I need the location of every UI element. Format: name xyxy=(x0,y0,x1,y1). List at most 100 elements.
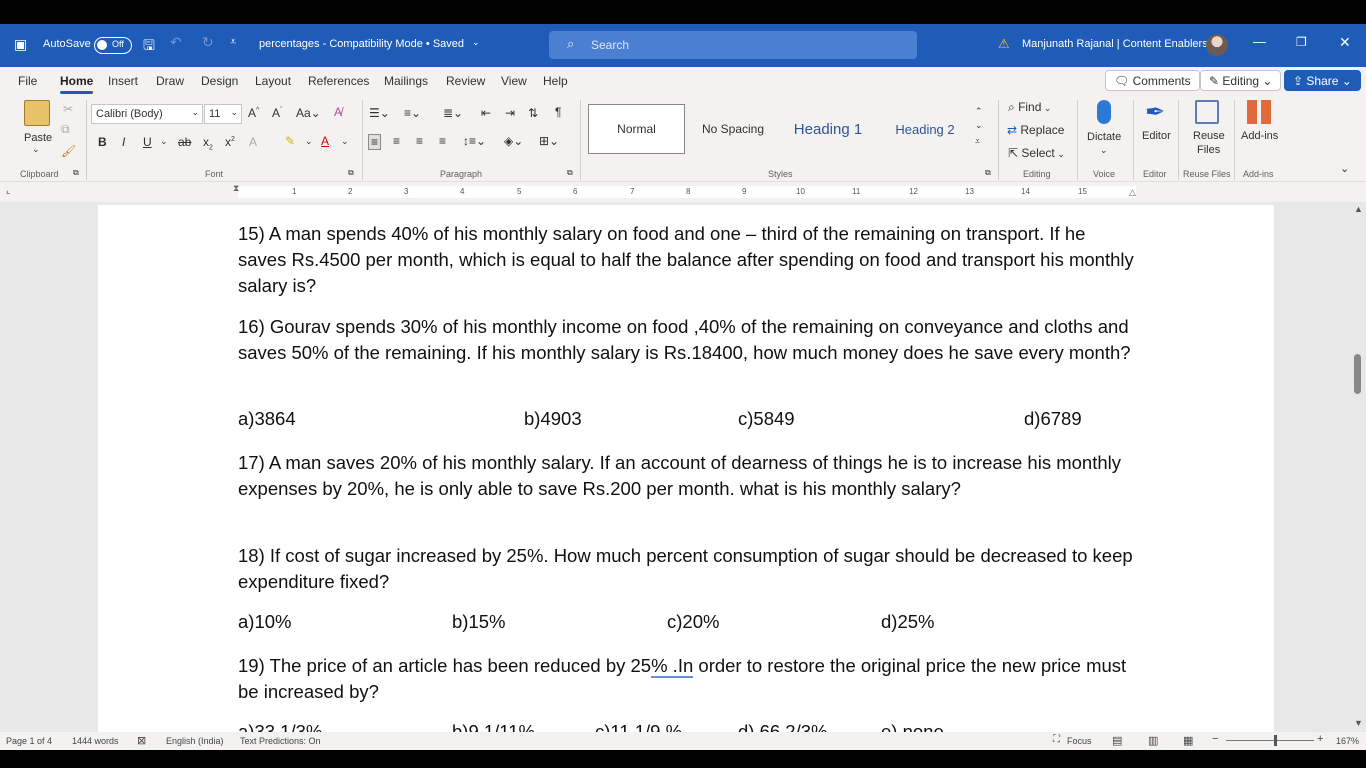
q16-option-c[interactable]: c)5849 xyxy=(738,408,795,430)
tab-draw[interactable]: Draw xyxy=(156,74,184,88)
justify-icon[interactable]: ≡ xyxy=(439,134,446,148)
avatar[interactable] xyxy=(1206,34,1228,56)
clipboard-launcher-icon[interactable]: ⧉ xyxy=(73,168,79,178)
font-name-select[interactable]: Calibri (Body) ⌄ xyxy=(91,104,203,124)
comments-button[interactable]: 🗨 Comments xyxy=(1105,70,1200,91)
decrease-indent-icon[interactable]: ⇤ xyxy=(481,106,491,120)
files-label[interactable]: Files xyxy=(1197,144,1220,156)
styles-launcher-icon[interactable]: ⧉ xyxy=(985,168,991,178)
autosave-toggle[interactable]: Off xyxy=(94,37,132,54)
editing-mode-button[interactable]: ✎ Editing ⌄ xyxy=(1200,70,1282,91)
q19-option-d[interactable]: d) 66 2/3% xyxy=(738,721,827,732)
italic-icon[interactable]: I xyxy=(122,135,125,149)
zoom-level[interactable]: 167% xyxy=(1336,736,1359,746)
scrollbar-thumb[interactable] xyxy=(1354,354,1361,394)
paragraph-launcher-icon[interactable]: ⧉ xyxy=(567,168,573,178)
show-formatting-icon[interactable]: ¶ xyxy=(555,105,561,119)
style-normal[interactable]: Normal xyxy=(588,104,685,154)
focus-icon[interactable]: ⛶ xyxy=(1053,734,1060,745)
addins-label[interactable]: Add-ins xyxy=(1241,130,1278,142)
q19-option-c[interactable]: c)11 1/9 % xyxy=(595,721,682,732)
format-painter-icon[interactable]: 🖌 xyxy=(61,144,76,158)
warning-icon[interactable]: ⚠ xyxy=(998,36,1010,52)
text-predictions-status[interactable]: Text Predictions: On xyxy=(240,736,321,746)
tab-review[interactable]: Review xyxy=(446,74,485,88)
zoom-in-icon[interactable]: + xyxy=(1317,733,1323,745)
zoom-slider[interactable] xyxy=(1226,740,1314,741)
sort-icon[interactable]: ⇅ xyxy=(528,106,538,120)
q19-option-a[interactable]: a)33 1/3% xyxy=(238,721,322,732)
style-heading-1[interactable]: Heading 1 xyxy=(782,104,874,154)
q16-option-a[interactable]: a)3864 xyxy=(238,408,296,430)
language-status[interactable]: English (India) xyxy=(166,736,224,746)
multilevel-list-icon[interactable]: ≣⌄ xyxy=(443,106,463,120)
styles-scroll-down-icon[interactable]: ⌄ xyxy=(975,120,983,131)
numbering-icon[interactable]: ≡⌄ xyxy=(404,106,421,120)
styles-scroll-up-icon[interactable]: ⌃ xyxy=(975,106,983,117)
increase-indent-icon[interactable]: ⇥ xyxy=(505,106,515,120)
chevron-down-icon[interactable]: ⌄ xyxy=(341,136,349,147)
font-size-select[interactable]: 11 ⌄ xyxy=(204,104,242,124)
tab-insert[interactable]: Insert xyxy=(108,74,138,88)
focus-label[interactable]: Focus xyxy=(1067,736,1092,746)
chevron-down-icon[interactable]: ⌄ xyxy=(305,136,313,147)
document-page[interactable]: 15) A man spends 40% of his monthly sala… xyxy=(98,205,1274,732)
dictate-label[interactable]: Dictate xyxy=(1087,131,1121,143)
print-layout-icon[interactable]: ▥ xyxy=(1148,734,1158,747)
editor-icon[interactable]: ✒ xyxy=(1145,98,1171,126)
web-layout-icon[interactable]: ▦ xyxy=(1183,734,1193,747)
right-indent-marker-icon[interactable]: △ xyxy=(1129,187,1136,198)
save-icon[interactable]: 🖫 xyxy=(143,35,155,59)
zoom-out-icon[interactable]: − xyxy=(1212,733,1218,745)
question-15[interactable]: 15) A man spends 40% of his monthly sala… xyxy=(238,221,1138,299)
title-chevron-down-icon[interactable]: ⌄ xyxy=(472,37,480,48)
underline-icon[interactable]: U xyxy=(143,135,152,149)
restore-icon[interactable]: ❐ xyxy=(1296,35,1307,49)
highlight-icon[interactable]: ✎ xyxy=(285,134,295,148)
q16-option-d[interactable]: d)6789 xyxy=(1024,408,1082,430)
tab-mailings[interactable]: Mailings xyxy=(384,74,428,88)
scroll-up-icon[interactable]: ▲ xyxy=(1354,204,1363,214)
customize-toolbar-icon[interactable]: ⩡ xyxy=(230,36,236,49)
cut-icon[interactable]: ✂ xyxy=(63,102,73,116)
q18-option-a[interactable]: a)10% xyxy=(238,611,291,633)
question-17[interactable]: 17) A man saves 20% of his monthly salar… xyxy=(238,450,1138,502)
font-color-icon[interactable]: A xyxy=(321,134,329,148)
q18-option-d[interactable]: d)25% xyxy=(881,611,934,633)
shrink-font-icon[interactable]: Aˇ xyxy=(272,106,282,120)
tab-view[interactable]: View xyxy=(501,74,527,88)
strikethrough-icon[interactable]: ab xyxy=(178,135,191,149)
find-button[interactable]: ⌕ Find ⌄ xyxy=(1008,100,1051,115)
align-left-icon[interactable]: ≡ xyxy=(368,134,382,150)
q19-option-e[interactable]: e) none xyxy=(881,721,944,732)
addins-icon[interactable] xyxy=(1247,100,1271,124)
superscript-icon[interactable]: x2 xyxy=(225,135,235,149)
chevron-down-icon[interactable]: ⌄ xyxy=(160,136,168,147)
replace-button[interactable]: ⇄ Replace xyxy=(1007,123,1064,137)
text-effects-icon[interactable]: A xyxy=(249,135,257,149)
tab-help[interactable]: Help xyxy=(543,74,568,88)
select-button[interactable]: ⇱ Select ⌄ xyxy=(1008,146,1065,160)
font-launcher-icon[interactable]: ⧉ xyxy=(348,168,354,178)
search-box[interactable]: ⌕ Search xyxy=(549,31,917,59)
tab-home[interactable]: Home xyxy=(60,74,94,94)
tab-selector-icon[interactable]: ⌞ xyxy=(6,185,10,196)
redo-icon[interactable]: ↻ xyxy=(202,34,214,51)
clear-formatting-icon[interactable]: A̸ xyxy=(334,105,342,119)
change-case-icon[interactable]: Aa⌄ xyxy=(296,106,321,120)
minimize-icon[interactable]: — xyxy=(1253,34,1266,49)
reuse-label[interactable]: Reuse xyxy=(1193,130,1225,142)
line-spacing-icon[interactable]: ↕≡⌄ xyxy=(463,134,486,148)
user-name[interactable]: Manjunath Rajanal | Content Enablers xyxy=(1022,38,1208,50)
dictate-chevron-icon[interactable]: ⌄ xyxy=(1100,145,1108,156)
close-icon[interactable]: ✕ xyxy=(1339,34,1351,51)
align-right-icon[interactable]: ≡ xyxy=(416,134,423,148)
q16-option-b[interactable]: b)4903 xyxy=(524,408,582,430)
collapse-ribbon-icon[interactable]: ⌄ xyxy=(1340,162,1349,175)
proofing-icon[interactable]: ⊠ xyxy=(137,734,146,747)
left-indent-marker-icon[interactable]: ⧗ xyxy=(233,183,239,194)
bold-icon[interactable]: B xyxy=(98,135,107,149)
share-button[interactable]: ⇪ Share ⌄ xyxy=(1284,70,1361,91)
undo-icon[interactable]: ↶ xyxy=(170,34,182,51)
paste-icon[interactable] xyxy=(24,100,50,126)
